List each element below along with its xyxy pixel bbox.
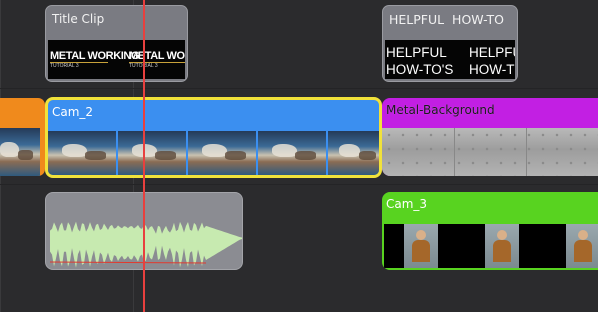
thumbnail-text: HELPFUL [386, 45, 447, 60]
video-clip-cam-2[interactable]: Cam_2 [45, 97, 382, 178]
video-frame-thumbnail [328, 131, 379, 175]
title-thumbnail: METAL WORKING TUTORIAL 3 [48, 48, 140, 78]
video-clip-metal-background[interactable]: Metal-Background [382, 98, 598, 176]
title-thumbnail: METAL WORKI TUTORIAL 3 [127, 48, 185, 78]
thumbnail-text: METAL WORKI [129, 50, 185, 62]
video-frame-thumbnail [404, 224, 438, 268]
clip-filmstrip [384, 224, 598, 268]
clip-name: Title Clip [52, 12, 105, 26]
thumbnail-text: HOW-TO'S [386, 62, 454, 77]
thumbnail-text: HELPFU [469, 45, 515, 60]
clip-name: HELPFUL HOW-TO [389, 12, 504, 27]
thumbnail-subtitle: TUTORIAL 3 [50, 63, 79, 69]
clip-filmstrip [0, 128, 45, 176]
title-clip-helpful[interactable]: HELPFUL HOW-TO HELPFUL HOW-TO'S HELPFU H… [382, 5, 518, 82]
video-frame-thumbnail [566, 224, 598, 268]
title-clip[interactable]: Title Clip METAL WORKING TUTORIAL 3 META… [45, 5, 188, 82]
video-clip-cam-3[interactable]: Cam_3 [382, 192, 598, 270]
video-frame-thumbnail [258, 131, 326, 175]
metal-texture-thumbnail [382, 128, 598, 176]
track-divider [0, 184, 598, 185]
playhead[interactable] [143, 0, 145, 312]
texture-seam [454, 128, 455, 176]
audio-waveform [49, 221, 242, 268]
texture-seam [526, 128, 527, 176]
timeline[interactable]: Title Clip METAL WORKING TUTORIAL 3 META… [0, 0, 598, 312]
clip-filmstrip [48, 131, 379, 175]
thumbnail-text: HOW-T [469, 62, 515, 77]
thumbnail-text: METAL WORKING [50, 50, 140, 62]
clip-name: Cam_2 [52, 105, 94, 119]
title-clip-thumbnails: HELPFUL HOW-TO'S HELPFU HOW-T [385, 40, 515, 79]
clip-name: Metal-Background [386, 103, 495, 117]
video-frame-thumbnail [485, 224, 519, 268]
video-frame-thumbnail [188, 131, 256, 175]
title-clip-thumbnails: METAL WORKING TUTORIAL 3 METAL WORKI TUT… [48, 40, 185, 79]
track-divider [0, 88, 598, 89]
video-frame-thumbnail [48, 131, 116, 175]
video-frame-thumbnail [118, 131, 186, 175]
video-frame-thumbnail [0, 128, 40, 176]
clip-name: Cam_3 [386, 197, 428, 211]
video-clip-offscreen[interactable] [0, 98, 45, 176]
